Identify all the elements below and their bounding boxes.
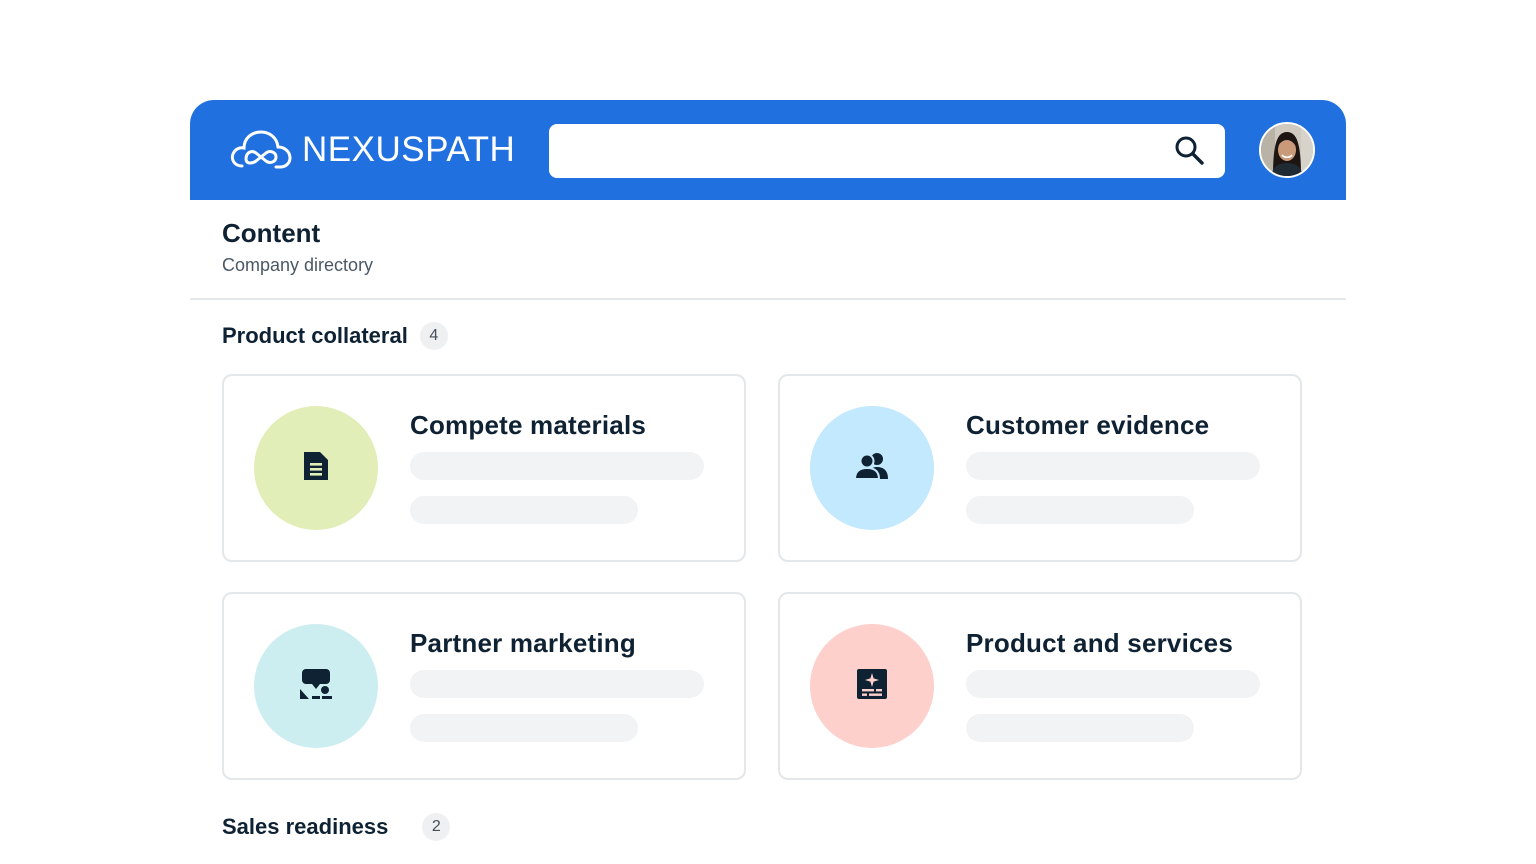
- skeleton-line: [966, 452, 1260, 480]
- users-icon: [853, 451, 890, 486]
- search-box: [549, 124, 1225, 178]
- section-header-sales-readiness: Sales readiness 2: [222, 813, 451, 841]
- skeleton-line: [966, 496, 1194, 524]
- card-title: Partner marketing: [410, 628, 636, 658]
- section-title: Product collateral: [222, 323, 408, 348]
- brand-name: NEXUSPATH: [302, 130, 516, 169]
- brand-logo[interactable]: NEXUSPATH: [230, 124, 515, 176]
- cloud-infinity-icon: [230, 126, 292, 174]
- skeleton-line: [410, 670, 704, 698]
- search-icon: [1174, 135, 1204, 170]
- skeleton-line: [410, 714, 638, 742]
- card-icon-circle: [254, 406, 378, 530]
- search-button[interactable]: [1173, 136, 1205, 168]
- card-icon-circle: [254, 624, 378, 748]
- card-product-and-services[interactable]: Product and services: [778, 592, 1302, 780]
- skeleton-line: [410, 496, 638, 524]
- page-title: Content: [222, 218, 321, 248]
- card-compete-materials[interactable]: Compete materials: [222, 374, 746, 562]
- page-header: Content Company directory: [222, 218, 373, 276]
- card-title: Compete materials: [410, 410, 647, 440]
- card-icon-circle: [810, 406, 934, 530]
- header-divider: [190, 298, 1346, 300]
- card-partner-marketing[interactable]: Partner marketing: [222, 592, 746, 780]
- search-input[interactable]: [565, 124, 1155, 178]
- card-icon-circle: [810, 624, 934, 748]
- section-count-badge: 2: [422, 813, 451, 841]
- page-subtitle: Company directory: [222, 255, 374, 275]
- handshake-chat-icon: [299, 668, 333, 705]
- section-title: Sales readiness: [222, 814, 389, 839]
- card-title: Customer evidence: [966, 410, 1210, 440]
- skeleton-line: [410, 452, 704, 480]
- sparkle-board-icon: [856, 668, 888, 705]
- card-title: Product and services: [966, 628, 1233, 658]
- top-navigation-bar: NEXUSPATH: [190, 100, 1346, 200]
- user-avatar[interactable]: [1259, 122, 1315, 178]
- skeleton-line: [966, 714, 1194, 742]
- section-header-product-collateral: Product collateral 4: [222, 322, 448, 350]
- section-count-badge: 4: [419, 322, 448, 350]
- skeleton-line: [966, 670, 1260, 698]
- document-icon: [301, 450, 331, 487]
- card-customer-evidence[interactable]: Customer evidence: [778, 374, 1302, 562]
- app-window: NEXUSPATH Content Company directory Prod…: [190, 100, 1346, 864]
